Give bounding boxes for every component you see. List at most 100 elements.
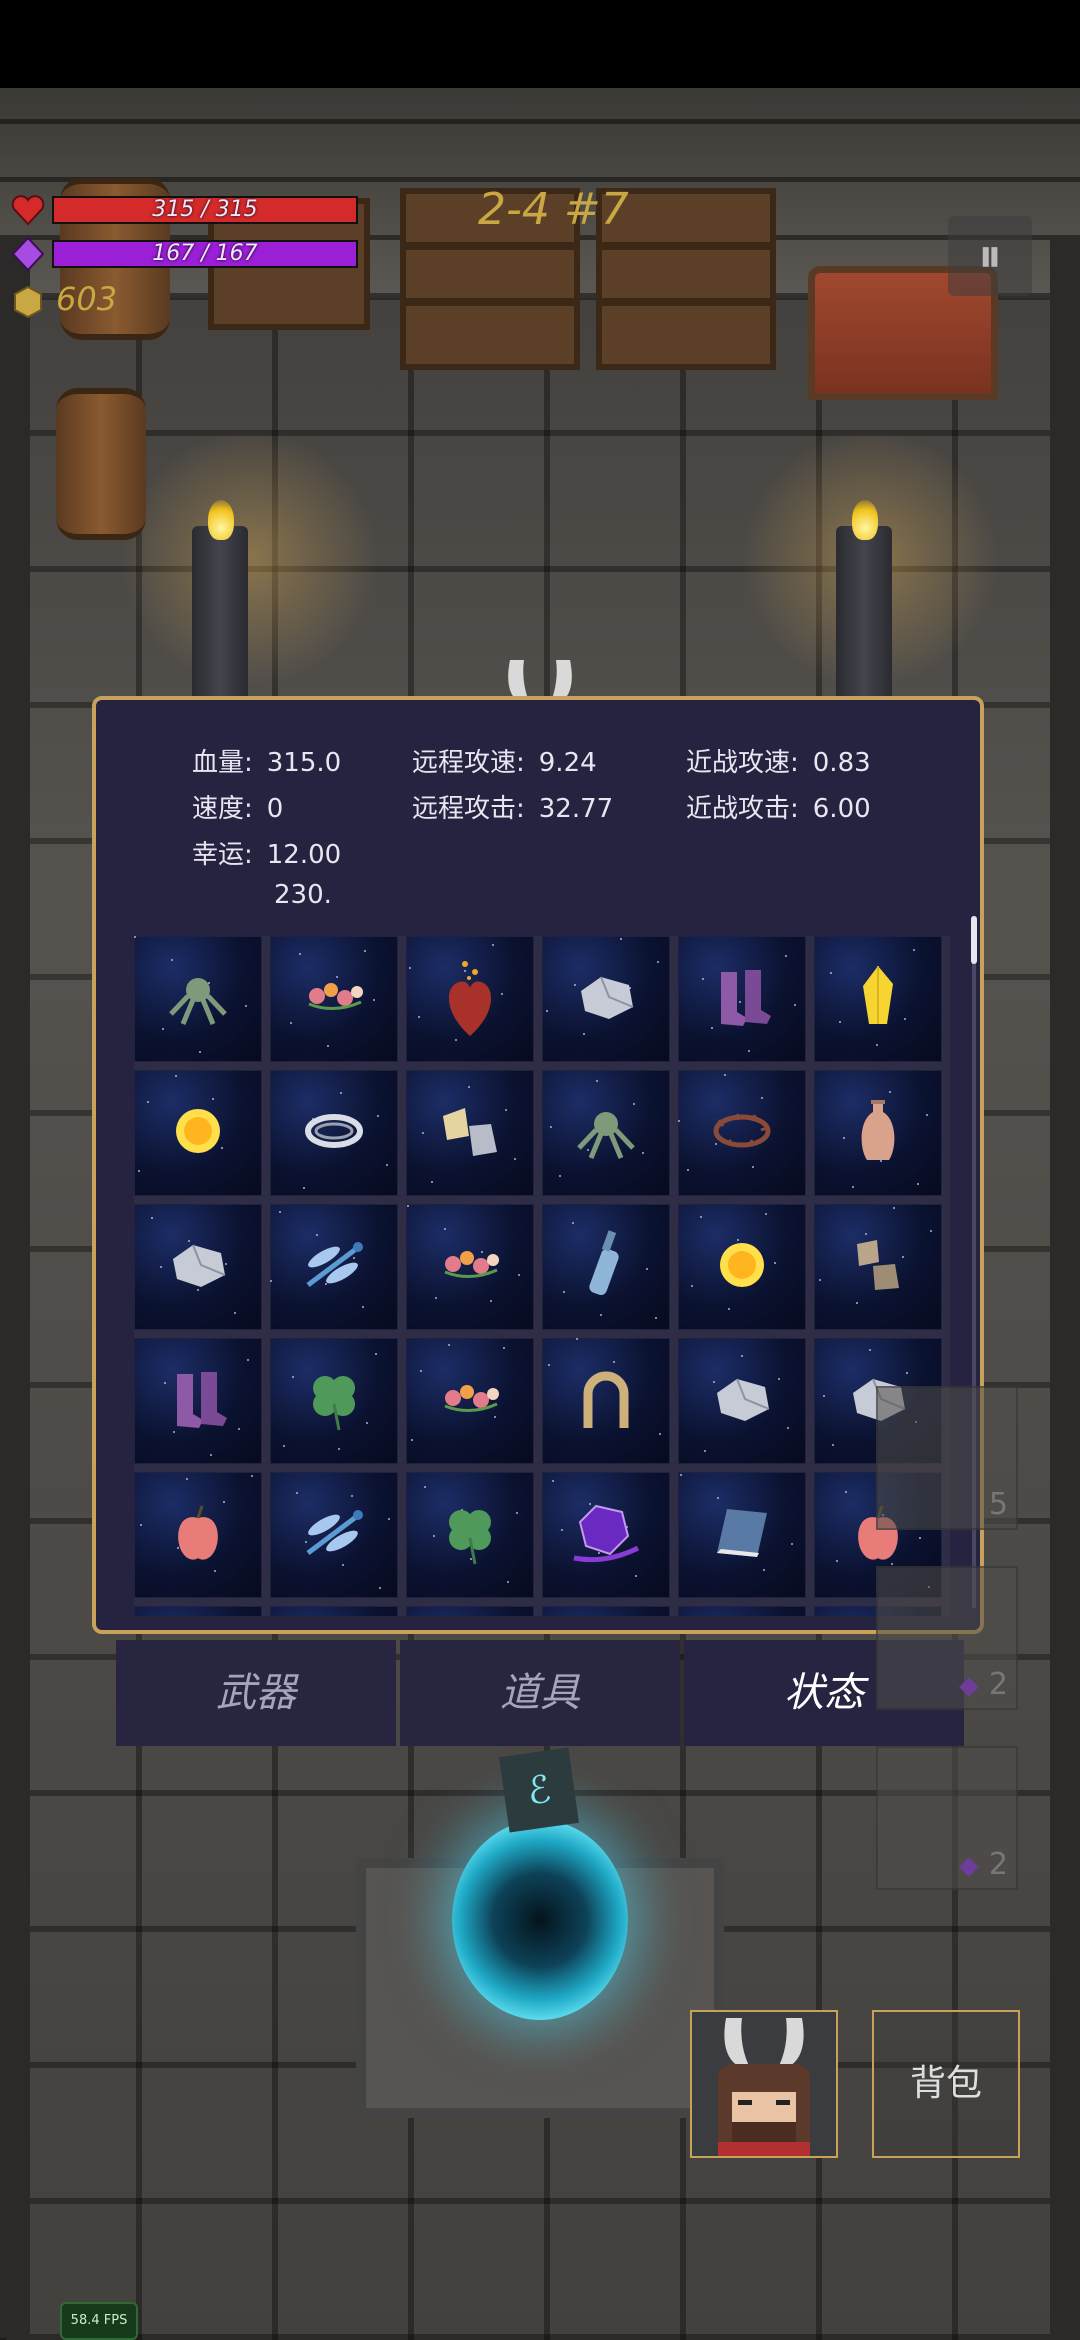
star-dot bbox=[704, 1450, 706, 1452]
item-slot[interactable] bbox=[406, 1472, 534, 1598]
item-slot[interactable] bbox=[134, 936, 262, 1062]
item-slot[interactable] bbox=[814, 1204, 942, 1330]
stat-label: 近战攻击: bbox=[686, 794, 799, 824]
item-slot[interactable] bbox=[270, 1070, 398, 1196]
item-slot[interactable] bbox=[134, 1606, 262, 1616]
item-slot[interactable] bbox=[678, 1338, 806, 1464]
item-slot[interactable] bbox=[814, 1070, 942, 1196]
ore-icon bbox=[435, 1096, 505, 1170]
item-slot[interactable] bbox=[678, 1606, 806, 1616]
boots-icon bbox=[707, 962, 777, 1036]
clover-icon bbox=[299, 1364, 369, 1438]
side-slot[interactable]: 2 bbox=[876, 1746, 1018, 1890]
tab-weapons[interactable]: 武器 bbox=[116, 1640, 396, 1746]
stat-value: 32.77 bbox=[538, 794, 614, 824]
boots-icon bbox=[163, 1364, 233, 1438]
star-dot bbox=[765, 1213, 767, 1215]
gold-count: 603 bbox=[56, 280, 118, 318]
item-slot[interactable] bbox=[134, 1204, 262, 1330]
tab-bar: 武器 道具 状态 bbox=[116, 1640, 964, 1746]
star-dot bbox=[823, 1395, 825, 1397]
star-dot bbox=[422, 1132, 424, 1134]
item-slot[interactable] bbox=[406, 936, 534, 1062]
star-dot bbox=[199, 1051, 201, 1053]
star-dot bbox=[700, 1216, 702, 1218]
star-dot bbox=[279, 1211, 281, 1213]
star-dot bbox=[516, 1512, 518, 1514]
star-dot bbox=[270, 1280, 272, 1282]
item-slot[interactable] bbox=[270, 1204, 398, 1330]
tab-items[interactable]: 道具 bbox=[400, 1640, 680, 1746]
star-dot bbox=[134, 936, 136, 938]
backpack-button[interactable]: 背包 bbox=[872, 2010, 1020, 2158]
stat-label: 速度: bbox=[192, 794, 253, 824]
item-slot[interactable] bbox=[542, 1204, 670, 1330]
star-dot bbox=[576, 1338, 578, 1340]
item-slot[interactable] bbox=[542, 936, 670, 1062]
star-dot bbox=[904, 1018, 906, 1020]
star-dot bbox=[741, 1355, 743, 1357]
item-slot[interactable] bbox=[542, 1472, 670, 1598]
item-slot[interactable] bbox=[542, 1338, 670, 1464]
health-bar: 315 / 315 bbox=[52, 196, 358, 224]
scrollbar-thumb[interactable] bbox=[971, 916, 977, 964]
star-dot bbox=[210, 1454, 212, 1456]
star-dot bbox=[763, 1569, 765, 1571]
stat-extra-value: 230. bbox=[274, 880, 332, 910]
portal[interactable] bbox=[452, 1820, 628, 2020]
stat-value: 12.00 bbox=[266, 840, 342, 870]
side-slot[interactable]: 2 bbox=[876, 1566, 1018, 1710]
fps-counter: 58.4 FPS bbox=[60, 2302, 138, 2340]
star-dot bbox=[913, 949, 915, 951]
star-dot bbox=[140, 1524, 142, 1526]
character-button[interactable] bbox=[690, 2010, 838, 2158]
slot-count: 2 bbox=[988, 1847, 1008, 1882]
item-slot[interactable] bbox=[678, 1070, 806, 1196]
health-text: 315 / 315 bbox=[152, 197, 258, 222]
item-slot[interactable] bbox=[134, 1070, 262, 1196]
item-slot[interactable] bbox=[542, 1606, 670, 1616]
star-dot bbox=[748, 1050, 750, 1052]
side-slot[interactable]: 5 bbox=[876, 1386, 1018, 1530]
rock-chunk-icon bbox=[843, 1230, 913, 1304]
stat-melee-attack: 近战攻击: 6.00 bbox=[686, 788, 871, 825]
torch-glow bbox=[120, 428, 380, 688]
item-slot[interactable] bbox=[270, 1472, 398, 1598]
star-dot bbox=[787, 1427, 789, 1429]
item-slot[interactable] bbox=[678, 936, 806, 1062]
item-slot[interactable] bbox=[134, 1472, 262, 1598]
item-slot[interactable] bbox=[270, 1338, 398, 1464]
star-dot bbox=[409, 967, 411, 969]
item-slot[interactable] bbox=[678, 1472, 806, 1598]
star-dot bbox=[600, 1314, 602, 1316]
star-dot bbox=[420, 1370, 422, 1372]
item-slot[interactable] bbox=[406, 1338, 534, 1464]
item-slot[interactable] bbox=[406, 1204, 534, 1330]
star-dot bbox=[876, 1044, 878, 1046]
left-wall bbox=[0, 238, 30, 2338]
item-slot[interactable] bbox=[814, 936, 942, 1062]
item-slot[interactable] bbox=[678, 1204, 806, 1330]
stat-label: 远程攻击: bbox=[412, 794, 525, 824]
star-dot bbox=[646, 1268, 648, 1270]
star-dot bbox=[620, 938, 622, 940]
item-slot[interactable] bbox=[406, 1070, 534, 1196]
item-slot[interactable] bbox=[270, 936, 398, 1062]
item-grid[interactable] bbox=[134, 936, 950, 1616]
star-dot bbox=[171, 959, 173, 961]
torch-pillar bbox=[192, 526, 248, 716]
item-slot[interactable] bbox=[270, 1606, 398, 1616]
item-slot[interactable] bbox=[406, 1606, 534, 1616]
stat-value: 6.00 bbox=[812, 794, 871, 824]
item-slot[interactable] bbox=[542, 1070, 670, 1196]
item-slot[interactable] bbox=[134, 1338, 262, 1464]
star-dot bbox=[238, 1428, 240, 1430]
star-dot bbox=[290, 1022, 292, 1024]
yellow-crystal-icon bbox=[853, 962, 903, 1036]
star-dot bbox=[657, 961, 659, 963]
octopus-icon bbox=[571, 1096, 641, 1170]
vase-icon bbox=[853, 1096, 903, 1170]
pause-button[interactable]: ⏸ bbox=[948, 216, 1032, 296]
stat-label: 幸运: bbox=[192, 840, 253, 870]
barrel bbox=[56, 388, 146, 540]
